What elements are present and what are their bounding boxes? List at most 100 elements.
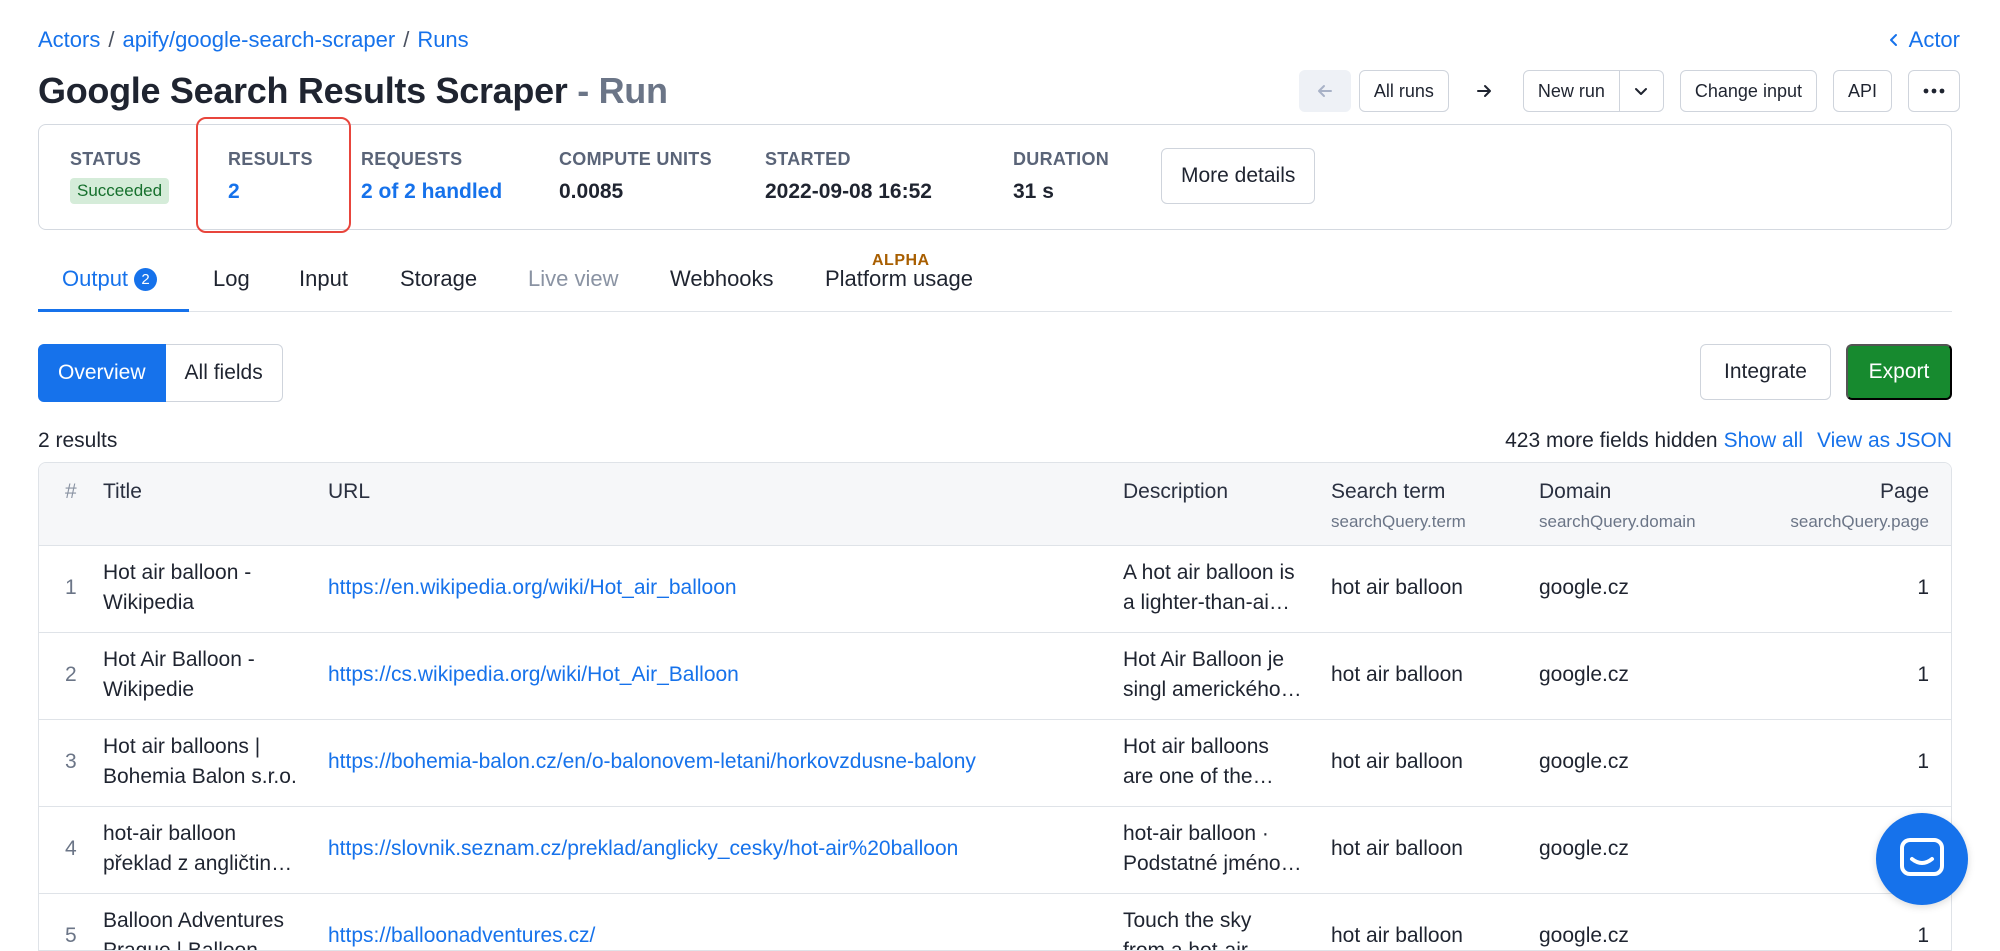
row-page: 1 (1917, 663, 1929, 686)
row-domain: google.cz (1539, 750, 1629, 773)
tab-log[interactable]: Log (213, 266, 250, 292)
chat-launcher-button[interactable] (1876, 813, 1968, 905)
results-count: 2 results (38, 429, 118, 452)
row-description-line-2: from a hot-air… (1123, 939, 1269, 951)
hidden-fields-info: 423 more fields hidden Show all View as … (1505, 429, 1952, 453)
all-fields-toggle-button[interactable]: All fields (165, 344, 283, 402)
tab-platform-usage[interactable]: Platform usage (825, 266, 973, 292)
tab-input[interactable]: Input (299, 266, 348, 292)
tab-storage[interactable]: Storage (400, 266, 477, 292)
col-header-url[interactable]: URL (328, 480, 370, 504)
row-description: Hot Air Balloon je singl amerického… (1123, 645, 1302, 705)
row-description: Touch the sky from a hot-air… (1123, 906, 1269, 951)
row-title: Hot air balloon - Wikipedia (103, 558, 251, 618)
stat-duration-label: DURATION (1013, 149, 1110, 169)
next-run-button[interactable] (1459, 70, 1509, 112)
api-button[interactable]: API (1832, 70, 1892, 112)
col-header-title[interactable]: Title (103, 480, 142, 504)
row-description: Hot air balloons are one of the… (1123, 732, 1274, 792)
tab-output-label: Output (62, 266, 129, 291)
row-description-line-2: a lighter-than-ai… (1123, 591, 1290, 614)
export-button[interactable]: Export (1846, 344, 1952, 400)
col-header-domain[interactable]: Domain searchQuery.domain (1539, 480, 1696, 532)
table-row: 1 Hot air balloon - Wikipedia https://en.… (39, 546, 1951, 633)
breadcrumb-actors[interactable]: Actors (38, 27, 100, 52)
row-url-link[interactable]: https://cs.wikipedia.org/wiki/Hot_Air_Ba… (328, 660, 739, 690)
row-title-line-1: Balloon Adventures (103, 909, 284, 932)
row-title-line-2: Bohemia Balon s.r.o. (103, 765, 297, 788)
arrow-left-icon (1317, 85, 1332, 97)
overview-toggle-button[interactable]: Overview (38, 344, 166, 402)
integrate-button[interactable]: Integrate (1700, 344, 1831, 400)
row-url-link[interactable]: https://slovnik.seznam.cz/preklad/anglic… (328, 834, 958, 864)
row-title-line-2: Prague | Balloon… (103, 939, 279, 951)
col-header-search-term[interactable]: Search term searchQuery.term (1331, 480, 1466, 532)
table-row: 4 hot-air balloon překlad z angličtin… ht… (39, 807, 1951, 894)
row-title: Balloon Adventures Prague | Balloon… (103, 906, 284, 951)
row-search-term: hot air balloon (1331, 924, 1463, 947)
breadcrumb-separator: / (403, 27, 410, 52)
tab-output-count-badge: 2 (134, 268, 158, 291)
row-url-link[interactable]: https://balloonadventures.cz/ (328, 921, 595, 950)
stat-requests-value[interactable]: 2 of 2 handled (361, 180, 502, 204)
col-header-number: # (65, 480, 77, 503)
all-runs-button[interactable]: All runs (1358, 70, 1449, 112)
row-description-line-2: are one of the… (1123, 765, 1274, 788)
ellipsis-icon (1923, 88, 1945, 94)
active-tab-indicator (38, 309, 189, 312)
table-header: # Title URL Description Search term searc… (39, 463, 1951, 546)
chevron-down-icon (1635, 88, 1648, 95)
stat-started-value: 2022-09-08 16:52 (765, 180, 932, 203)
show-all-link[interactable]: Show all (1724, 429, 1803, 453)
stat-compute-units: COMPUTE UNITS 0.0085 (559, 149, 712, 204)
results-table: # Title URL Description Search term searc… (38, 462, 1952, 951)
change-input-button[interactable]: Change input (1679, 70, 1817, 112)
previous-run-button[interactable] (1298, 70, 1351, 112)
row-search-term: hot air balloon (1331, 837, 1463, 860)
chevron-left-icon (1889, 34, 1897, 46)
new-run-dropdown-button[interactable] (1619, 70, 1664, 112)
new-run-button[interactable]: New run (1522, 70, 1620, 112)
chat-icon (1900, 838, 1944, 876)
view-as-json-link[interactable]: View as JSON (1817, 429, 1952, 453)
view-toggle: Overview All fields (38, 344, 283, 402)
stat-compute-units-label: COMPUTE UNITS (559, 149, 712, 169)
results-highlight-annotation (196, 117, 351, 233)
back-to-actor-link[interactable]: Actor (1887, 27, 1960, 53)
tab-webhooks[interactable]: Webhooks (670, 266, 774, 292)
arrow-right-icon (1476, 85, 1491, 97)
row-title: Hot air balloons | Bohemia Balon s.r.o. (103, 732, 297, 792)
row-number: 2 (65, 663, 77, 686)
row-title-line-1: Hot air balloon - (103, 561, 252, 584)
row-number: 1 (65, 576, 77, 599)
row-url-link[interactable]: https://bohemia-balon.cz/en/o-balonovem-… (328, 747, 976, 777)
breadcrumb-runs[interactable]: Runs (417, 27, 468, 52)
more-details-button[interactable]: More details (1161, 148, 1316, 204)
page-title: Google Search Results Scraper - Run (38, 70, 668, 112)
row-title-line-1: Hot air balloons | (103, 735, 261, 758)
tab-live-view[interactable]: Live view (528, 266, 618, 292)
col-header-page[interactable]: Page searchQuery.page (1790, 480, 1929, 532)
tab-output[interactable]: Output 2 (62, 266, 158, 292)
row-title-line-1: hot-air balloon (103, 822, 237, 845)
row-description-line-1: hot-air balloon · (1123, 822, 1269, 845)
row-description-line-1: A hot air balloon is (1123, 561, 1295, 584)
row-title-line-2: Wikipedie (103, 678, 195, 701)
run-toolbar: All runs New run Change input API (1298, 70, 1960, 112)
row-description-line-2: singl amerického… (1123, 678, 1302, 701)
stat-status-label: STATUS (70, 149, 142, 169)
run-tabs: Output 2 Log Input Storage Live view Webh… (38, 248, 1952, 312)
breadcrumb-actor[interactable]: apify/google-search-scraper (122, 27, 395, 52)
row-title-line-1: Hot Air Balloon - (103, 648, 255, 671)
stat-requests: REQUESTS 2 of 2 handled (361, 149, 502, 204)
row-title-line-2: Wikipedia (103, 591, 195, 614)
col-header-search-term-path: searchQuery.term (1331, 512, 1466, 531)
row-url-link[interactable]: https://en.wikipedia.org/wiki/Hot_air_ba… (328, 573, 737, 603)
stat-started-label: STARTED (765, 149, 851, 169)
row-page: 1 (1917, 576, 1929, 599)
back-link-label: Actor (1908, 27, 1960, 52)
row-page: 1 (1917, 924, 1929, 947)
row-domain: google.cz (1539, 663, 1629, 686)
col-header-description[interactable]: Description (1123, 480, 1228, 504)
more-options-button[interactable] (1908, 70, 1960, 112)
